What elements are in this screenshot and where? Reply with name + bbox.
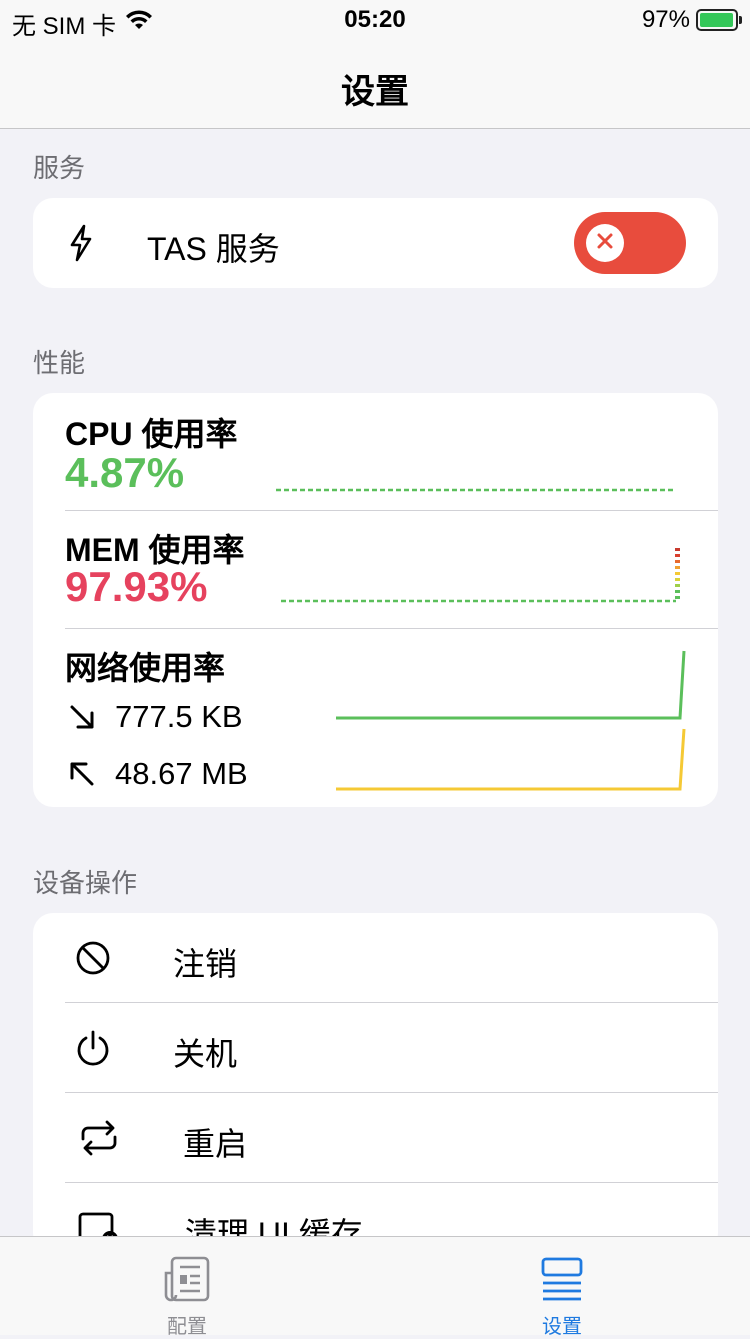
- page-title: 设置: [341, 73, 409, 111]
- cpu-usage-graph: [276, 488, 676, 492]
- status-bar: 无 SIM 卡 05:20 97%: [0, 0, 750, 40]
- mem-usage-graph: [281, 548, 680, 603]
- restart-row[interactable]: 重启: [33, 1093, 718, 1183]
- restart-label: 重启: [183, 1126, 248, 1162]
- upload-graph-line: [336, 728, 686, 791]
- section-header-performance: 性能: [33, 348, 86, 378]
- status-right: 97%: [641, 6, 742, 34]
- status-time: 05:20: [344, 6, 406, 33]
- cpu-usage-block: CPU 使用率 4.87%: [33, 393, 718, 510]
- network-upload-value: 48.67 MB: [115, 756, 248, 791]
- tas-service-toggle[interactable]: [574, 212, 686, 274]
- tab-config-label: 配置: [167, 1316, 207, 1338]
- newspaper-icon: [162, 1256, 212, 1307]
- section-header-service: 服务: [33, 153, 86, 183]
- prohibit-icon: [75, 940, 111, 976]
- arrow-up-left-icon: [65, 757, 99, 791]
- tab-settings-label: 设置: [542, 1316, 582, 1338]
- tas-service-row: TAS 服务: [33, 198, 718, 288]
- tab-config[interactable]: 配置: [127, 1255, 247, 1339]
- mem-usage-value: 97.93%: [65, 563, 208, 610]
- network-usage-block: 网络使用率 777.5 KB 48.67 MB: [33, 629, 718, 807]
- battery-icon: [696, 9, 742, 31]
- tas-service-label: TAS 服务: [147, 231, 280, 267]
- power-icon: [75, 1029, 111, 1067]
- shutdown-label: 关机: [173, 1036, 238, 1072]
- cpu-usage-value: 4.87%: [65, 449, 185, 496]
- performance-card: CPU 使用率 4.87% MEM 使用率 97.93% 网络使用率 777.5…: [33, 393, 718, 807]
- tab-bar: 配置 设置: [0, 1236, 750, 1338]
- service-card: TAS 服务: [33, 198, 718, 288]
- list-icon: [540, 1257, 584, 1307]
- network-download-value: 777.5 KB: [115, 699, 243, 734]
- toggle-knob: [586, 224, 624, 262]
- battery-level: [700, 13, 733, 27]
- download-graph-line: [336, 650, 686, 720]
- network-usage-title: 网络使用率: [65, 650, 226, 686]
- network-usage-graph: [336, 650, 686, 791]
- close-icon: [595, 231, 615, 256]
- logout-row[interactable]: 注销: [33, 913, 718, 1003]
- battery-percent: 97%: [641, 6, 690, 33]
- mem-graph-spike: [675, 548, 680, 599]
- network-download-row: 777.5 KB: [65, 699, 243, 735]
- logout-label: 注销: [173, 946, 238, 982]
- mem-usage-block: MEM 使用率 97.93%: [33, 511, 718, 628]
- bolt-icon: [63, 223, 99, 263]
- device-ops-card: 注销 关机 重启 清理 UI 缓存: [33, 913, 718, 1253]
- section-header-device-ops: 设备操作: [33, 868, 138, 898]
- tab-settings[interactable]: 设置: [502, 1255, 622, 1339]
- repeat-icon: [77, 1119, 121, 1157]
- navigation-bar: 设置: [0, 40, 750, 129]
- arrow-down-right-icon: [65, 700, 99, 734]
- shutdown-row[interactable]: 关机: [33, 1003, 718, 1093]
- network-upload-row: 48.67 MB: [65, 756, 248, 792]
